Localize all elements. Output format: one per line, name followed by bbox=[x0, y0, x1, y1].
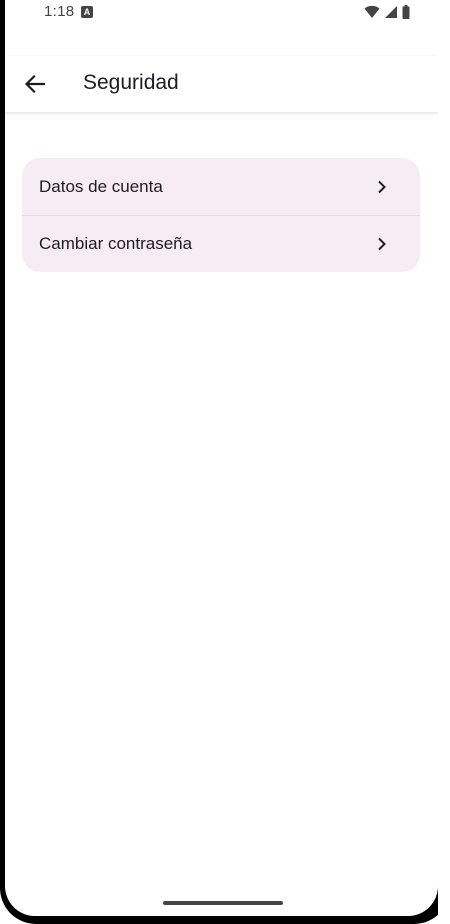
wifi-icon bbox=[364, 5, 380, 18]
status-bar: 1:18 A bbox=[5, 0, 438, 26]
screen: 1:18 A Seguridad Datos de cuenta Cambiar… bbox=[5, 0, 438, 916]
battery-icon bbox=[402, 5, 410, 19]
menu-item-account-data[interactable]: Datos de cuenta bbox=[22, 158, 420, 215]
signal-icon bbox=[385, 6, 397, 18]
home-indicator[interactable] bbox=[163, 901, 283, 905]
status-time: 1:18 bbox=[44, 3, 75, 20]
arrow-left-icon bbox=[24, 74, 46, 94]
frame-edge bbox=[438, 0, 450, 924]
chevron-right-icon bbox=[376, 237, 388, 251]
security-menu-card: Datos de cuenta Cambiar contraseña bbox=[22, 158, 420, 272]
device-frame: 1:18 A Seguridad Datos de cuenta Cambiar… bbox=[0, 0, 450, 924]
chevron-right-icon bbox=[376, 180, 388, 194]
status-icons bbox=[364, 4, 410, 20]
menu-item-change-password[interactable]: Cambiar contraseña bbox=[22, 215, 420, 272]
notification-icon: A bbox=[81, 6, 93, 18]
app-bar: Seguridad bbox=[5, 56, 438, 113]
menu-item-label: Datos de cuenta bbox=[39, 176, 163, 196]
page-title: Seguridad bbox=[83, 71, 179, 94]
menu-item-label: Cambiar contraseña bbox=[39, 234, 193, 253]
back-button[interactable] bbox=[19, 68, 51, 100]
